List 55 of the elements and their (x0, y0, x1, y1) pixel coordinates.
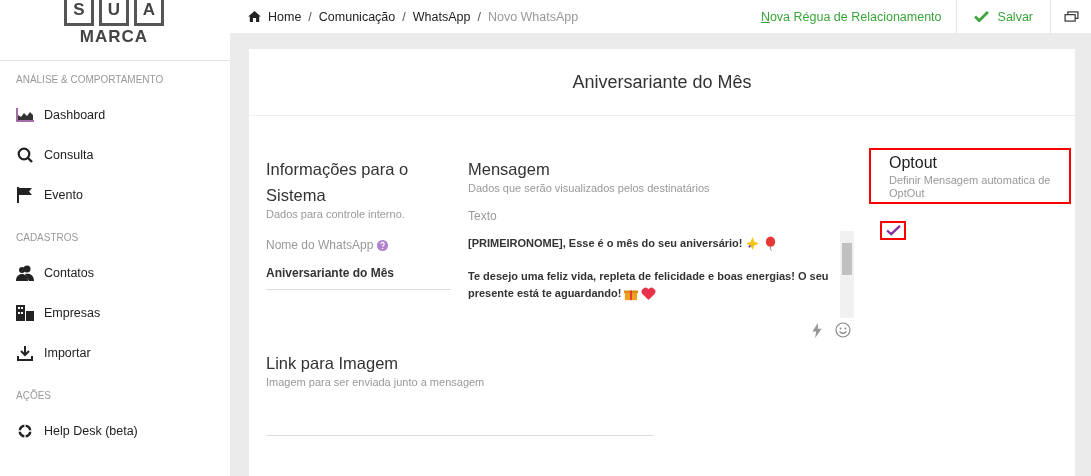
section-heading: Mensagem (468, 159, 550, 180)
section-subtitle: Imagem para ser enviada junto a mensagem (266, 376, 485, 389)
logo-letter: U (99, 0, 129, 26)
section-title: AÇÕES (15, 390, 52, 401)
whatsapp-name-field[interactable]: Aniversariante do Mês (266, 252, 451, 290)
download-icon (16, 345, 34, 361)
sidebar-item[interactable]: Empresas (0, 293, 230, 333)
breadcrumb-link[interactable]: Home (268, 9, 302, 24)
logo-word: MARCA (79, 27, 149, 47)
message-text-area[interactable]: [PRIMEIRONOME], Esse é o mês do seu aniversário! Te desejo uma feliz vida, repleta de felicidade e boas energias! O seu presente está te aguardando! (468, 231, 854, 318)
search-icon (16, 147, 34, 163)
sidebar-item[interactable]: Importar (0, 333, 230, 373)
logo-letter: A (134, 0, 164, 26)
smiley-icon[interactable] (835, 322, 851, 338)
breadcrumb-separator: / (402, 9, 406, 24)
people-icon (16, 265, 34, 281)
message-line: [PRIMEIRONOME], Esse é o mês do seu aniversário! (468, 236, 743, 251)
lightning-icon[interactable] (812, 322, 822, 338)
section-heading: Informações para o Sistema (266, 159, 410, 206)
building-icon (16, 305, 34, 321)
section-title: CADASTROS (15, 232, 80, 243)
sidebar-item[interactable]: Help Desk (beta) (0, 411, 230, 451)
sidebar-item[interactable]: Consulta (0, 135, 230, 175)
section-heading: Optout (889, 153, 939, 173)
section-subtitle: Dados que serão visualizados pelos destinatários (468, 182, 710, 195)
home-icon (248, 11, 261, 22)
section-subtitle: Dados para controle interno. (266, 208, 405, 221)
windows-icon (1063, 11, 1079, 22)
check-icon (973, 11, 989, 22)
field-label: Nome do WhatsApp (266, 238, 374, 252)
message-line: presente está te aguardando! (468, 286, 622, 301)
sparkles-icon (745, 236, 761, 251)
card-title: Aniversariante do Mês (572, 71, 752, 93)
chart-icon (16, 108, 34, 122)
heart-icon (641, 287, 657, 300)
message-line: Te desejo uma feliz vida, repleta de felicidade e boas energias! O seu (468, 269, 829, 284)
section-subtitle: Definir Mensagem automatica de OptOut (889, 174, 1052, 200)
breadcrumb-separator: / (308, 9, 312, 24)
flag-icon (16, 187, 34, 203)
breadcrumb-separator: / (477, 9, 481, 24)
sidebar-item[interactable]: Contatos (0, 253, 230, 293)
breadcrumb-link[interactable]: Comunicação (318, 9, 396, 24)
help-icon (377, 239, 389, 251)
breadcrumb-link[interactable]: WhatsApp (412, 9, 471, 24)
optout-checkbox[interactable] (880, 221, 906, 240)
sidebar-item[interactable]: Evento (0, 175, 230, 215)
logo-letter: S (64, 0, 94, 26)
section-title: ANÁLISE & COMPORTAMENTO (15, 74, 165, 85)
section-heading: Link para Imagem (266, 353, 399, 374)
scrollbar[interactable] (840, 231, 854, 318)
sidebar-item[interactable]: Dashboard (0, 95, 230, 135)
current-page-label: Novo WhatsApp (487, 9, 579, 24)
field-label: Texto (468, 209, 497, 223)
lifebuoy-icon (16, 424, 34, 438)
check-icon (885, 225, 901, 236)
